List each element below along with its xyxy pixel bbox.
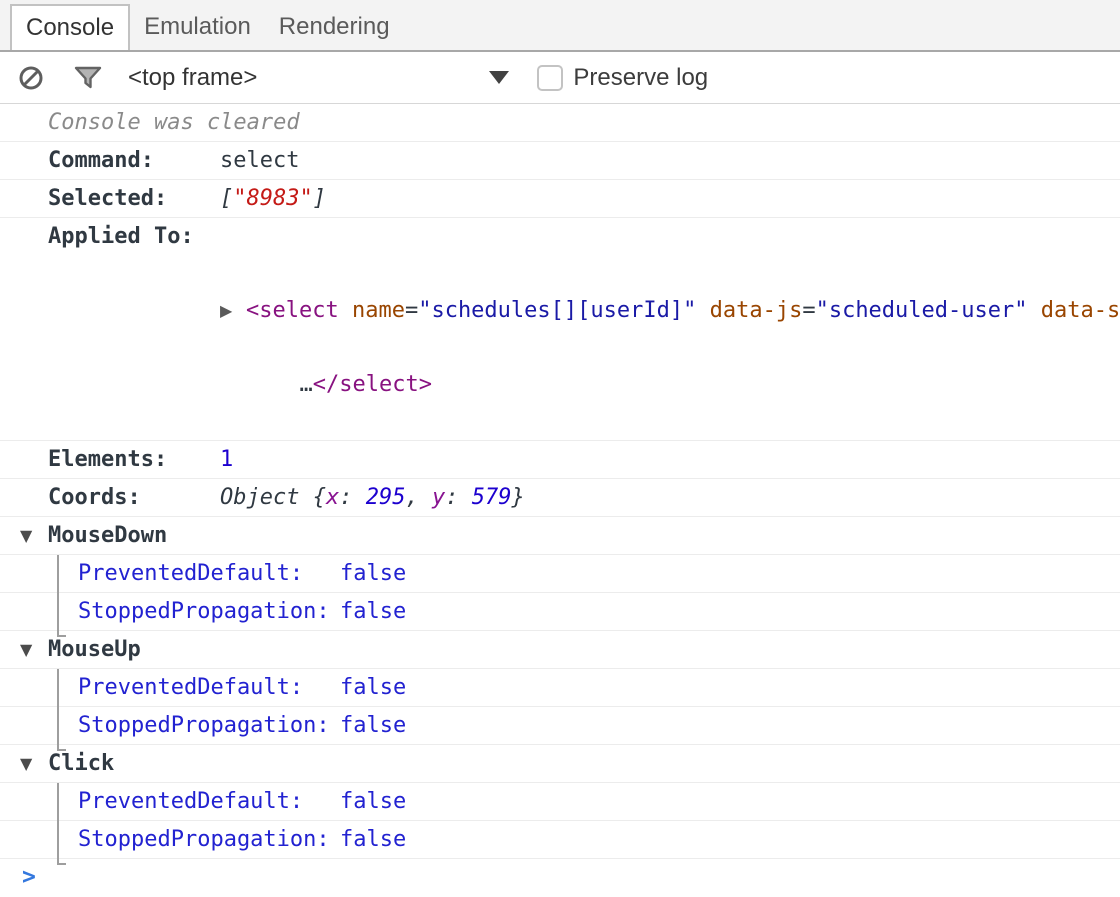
drawer-tab-bar: Console Emulation Rendering <box>0 0 1120 52</box>
clear-console-icon[interactable] <box>18 65 44 91</box>
selected-label: Selected: <box>48 180 220 217</box>
tab-rendering[interactable]: Rendering <box>265 4 404 50</box>
tab-console[interactable]: Console <box>10 4 130 50</box>
log-row-selected: Selected: ["8983"] <box>0 180 1120 218</box>
tab-rendering-label: Rendering <box>279 13 390 41</box>
collapse-triangle-icon[interactable]: ▼ <box>20 745 48 782</box>
console-toolbar: <top frame> Preserve log <box>0 52 1120 104</box>
applied-to-label: Applied To: <box>48 218 220 255</box>
tab-emulation[interactable]: Emulation <box>130 4 265 50</box>
log-row-prevented-default: PreventedDefault: false <box>0 669 1120 707</box>
log-row-applied-to: Applied To: ▶<select name="schedules[][u… <box>0 218 1120 441</box>
log-row-coords: Coords: Object {x: 295, y: 579} <box>0 479 1120 517</box>
console-cleared-message: Console was cleared <box>0 104 1120 142</box>
console-log-area: Console was cleared Command: select Sele… <box>0 104 1120 897</box>
tab-emulation-label: Emulation <box>144 13 251 41</box>
html-element-preview[interactable]: ▶<select name="schedules[][userId]" data… <box>220 292 1120 329</box>
html-element-preview-close: …</select> <box>299 372 431 397</box>
log-row-elements: Elements: 1 <box>0 441 1120 479</box>
preserve-log-label[interactable]: Preserve log <box>573 64 708 92</box>
elements-label: Elements: <box>48 441 220 478</box>
log-row-stopped-propagation: StoppedPropagation: false <box>0 821 1120 859</box>
elements-value: 1 <box>220 441 233 478</box>
group-children-click: PreventedDefault: false StoppedPropagati… <box>0 783 1120 859</box>
frame-selector-value: <top frame> <box>128 64 257 92</box>
command-value: select <box>220 142 299 179</box>
object-preview[interactable]: Object {x: 295, y: 579} <box>220 479 525 516</box>
log-row-prevented-default: PreventedDefault: false <box>0 783 1120 821</box>
expand-triangle-icon[interactable]: ▶ <box>220 292 246 329</box>
frame-selector[interactable]: <top frame> <box>128 64 509 92</box>
group-children-mouseup: PreventedDefault: false StoppedPropagati… <box>0 669 1120 745</box>
selected-value: ["8983"] <box>220 180 326 217</box>
dropdown-arrow-icon <box>489 71 509 84</box>
console-input-line[interactable]: > <box>0 859 1120 897</box>
group-header-mousedown[interactable]: ▼ MouseDown <box>0 517 1120 555</box>
applied-to-value: ▶<select name="schedules[][userId]" data… <box>220 218 1120 440</box>
log-row-stopped-propagation: StoppedPropagation: false <box>0 707 1120 745</box>
group-children-mousedown: PreventedDefault: false StoppedPropagati… <box>0 555 1120 631</box>
prompt-chevron-icon: > <box>22 864 36 890</box>
coords-label: Coords: <box>48 479 220 516</box>
command-label: Command: <box>48 142 220 179</box>
collapse-triangle-icon[interactable]: ▼ <box>20 631 48 668</box>
filter-icon[interactable] <box>74 65 102 90</box>
group-name: MouseDown <box>48 517 167 554</box>
log-row-command: Command: select <box>0 142 1120 180</box>
group-header-mouseup[interactable]: ▼ MouseUp <box>0 631 1120 669</box>
collapse-triangle-icon[interactable]: ▼ <box>20 517 48 554</box>
tab-console-label: Console <box>26 14 114 42</box>
log-row-prevented-default: PreventedDefault: false <box>0 555 1120 593</box>
group-header-click[interactable]: ▼ Click <box>0 745 1120 783</box>
preserve-log-checkbox[interactable] <box>537 65 563 91</box>
log-row-stopped-propagation: StoppedPropagation: false <box>0 593 1120 631</box>
